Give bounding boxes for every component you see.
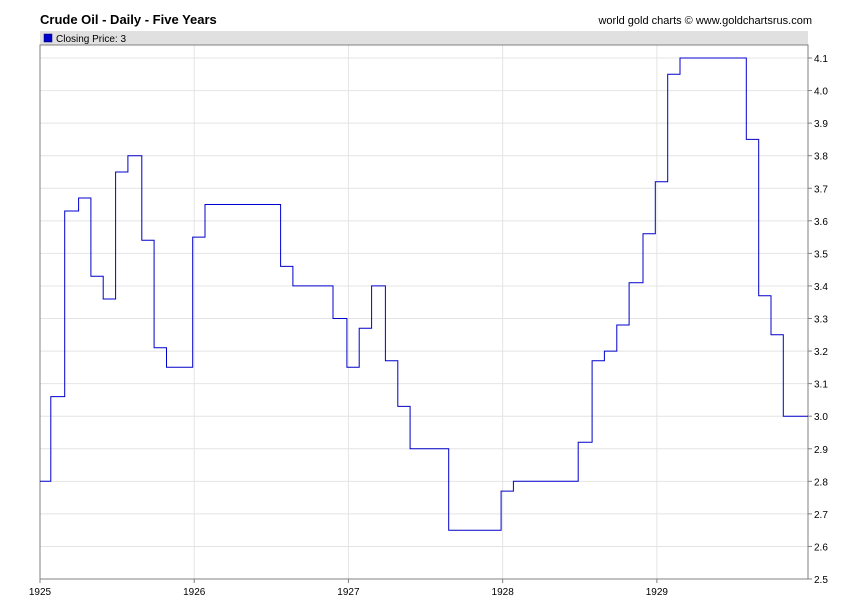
y-tick-label: 3.4 [814, 282, 828, 293]
series-line-closing-price [40, 57, 808, 531]
series-layer [39, 57, 809, 531]
y-tick-label: 3.3 [814, 315, 828, 326]
legend-label: Closing Price: 3 [56, 34, 126, 45]
y-tick-label: 3.6 [814, 217, 828, 228]
x-tick-label: 1929 [646, 587, 669, 598]
plot-frame [39, 44, 809, 580]
y-tick-label: 4.1 [814, 54, 828, 65]
x-axis-ticks: 1925 1926 1927 1928 1929 [29, 579, 669, 598]
y-tick-label: 2.9 [814, 445, 828, 456]
y-tick-label: 2.8 [814, 477, 828, 488]
x-tick-label: 1927 [337, 587, 360, 598]
y-axis-ticks: 2.5 2.6 2.7 2.8 2.9 3.0 3.1 3.2 3.3 3.4 3.5 3.6 3.7 3… [808, 54, 828, 586]
y-tick-label: 3.1 [814, 380, 828, 391]
legend-band [40, 31, 808, 45]
y-tick-label: 2.5 [814, 575, 828, 586]
grid-lines [39, 45, 808, 580]
y-tick-label: 3.9 [814, 119, 828, 130]
y-tick-label: 2.7 [814, 510, 828, 521]
y-tick-label: 3.5 [814, 249, 828, 260]
y-tick-label: 3.0 [814, 412, 828, 423]
y-tick-label: 3.2 [814, 347, 828, 358]
x-tick-label: 1925 [29, 587, 52, 598]
y-tick-label: 2.6 [814, 542, 828, 553]
y-tick-label: 3.8 [814, 152, 828, 163]
x-tick-label: 1926 [183, 587, 206, 598]
price-chart: Closing Price: 3 2.5 2.6 2.7 2.8 2.9 3.0 3.1 3.… [29, 31, 828, 598]
x-tick-label: 1928 [492, 587, 515, 598]
y-tick-label: 4.0 [814, 87, 828, 98]
y-tick-label: 3.7 [814, 184, 828, 195]
legend-swatch [43, 33, 53, 43]
